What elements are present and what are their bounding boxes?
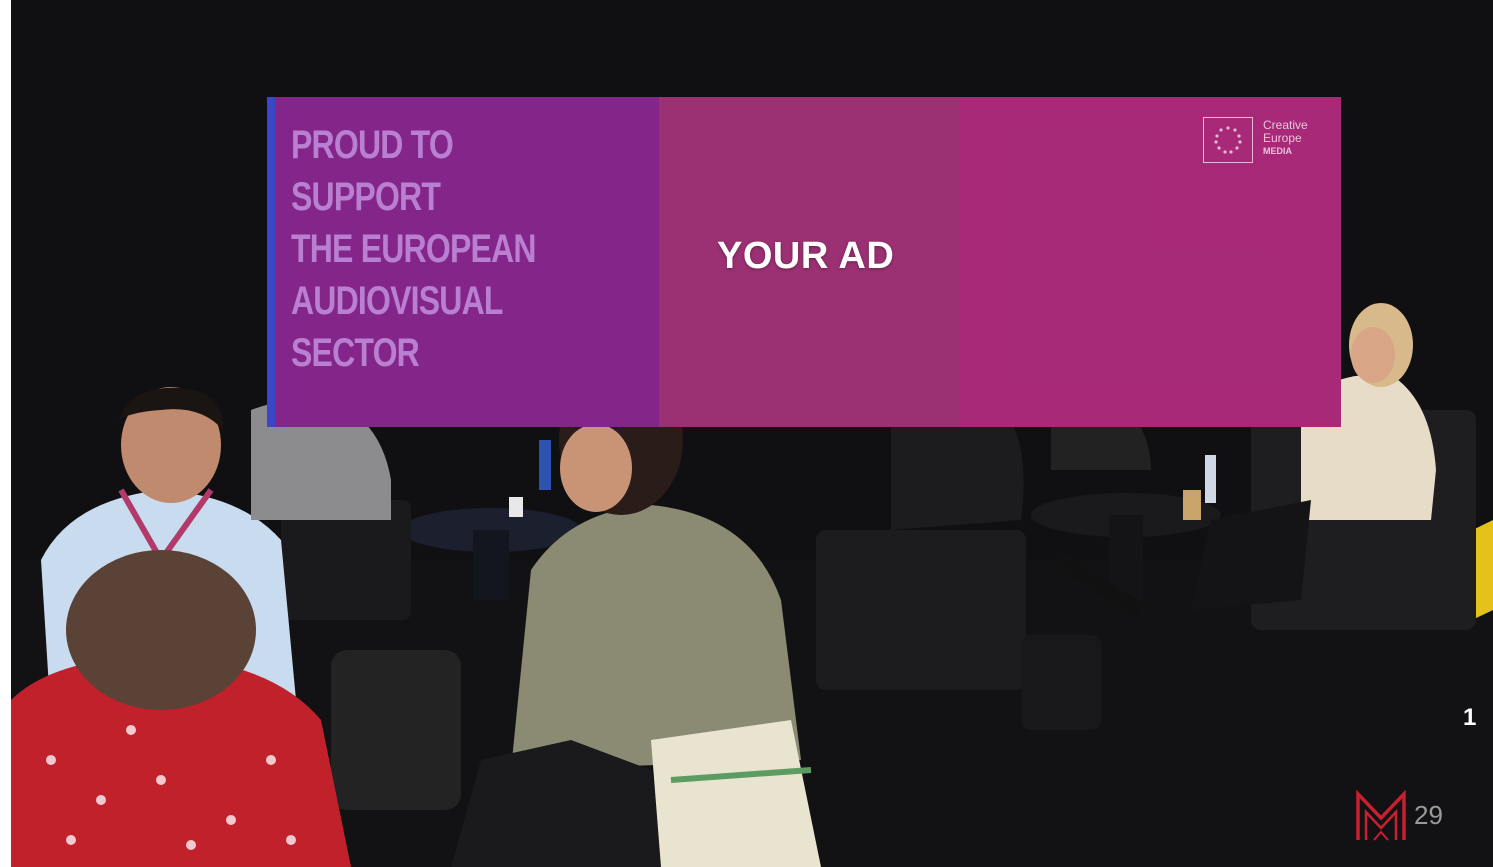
creative-europe-logo-text: Creative Europe MEDIA	[1263, 119, 1333, 158]
m-monogram-logo-icon	[1356, 789, 1406, 842]
slide-index-number: 1	[1463, 704, 1477, 731]
page-number: 29	[1414, 800, 1443, 830]
ad-placeholder-label: YOUR AD	[717, 235, 895, 277]
creative-europe-name: Creative Europe	[1263, 118, 1308, 145]
banner-blue-edge	[267, 97, 275, 427]
ad-banner[interactable]: PROUD TO SUPPORT THE EUROPEAN AUDIOVISUA…	[267, 97, 1341, 427]
slide-left-margin	[0, 0, 11, 867]
banner-headline: PROUD TO SUPPORT THE EUROPEAN AUDIOVISUA…	[291, 123, 536, 375]
creative-europe-media: MEDIA	[1263, 146, 1292, 156]
slide: PROUD TO SUPPORT THE EUROPEAN AUDIOVISUA…	[0, 0, 1493, 867]
eu-stars-logo-icon	[1203, 117, 1253, 163]
